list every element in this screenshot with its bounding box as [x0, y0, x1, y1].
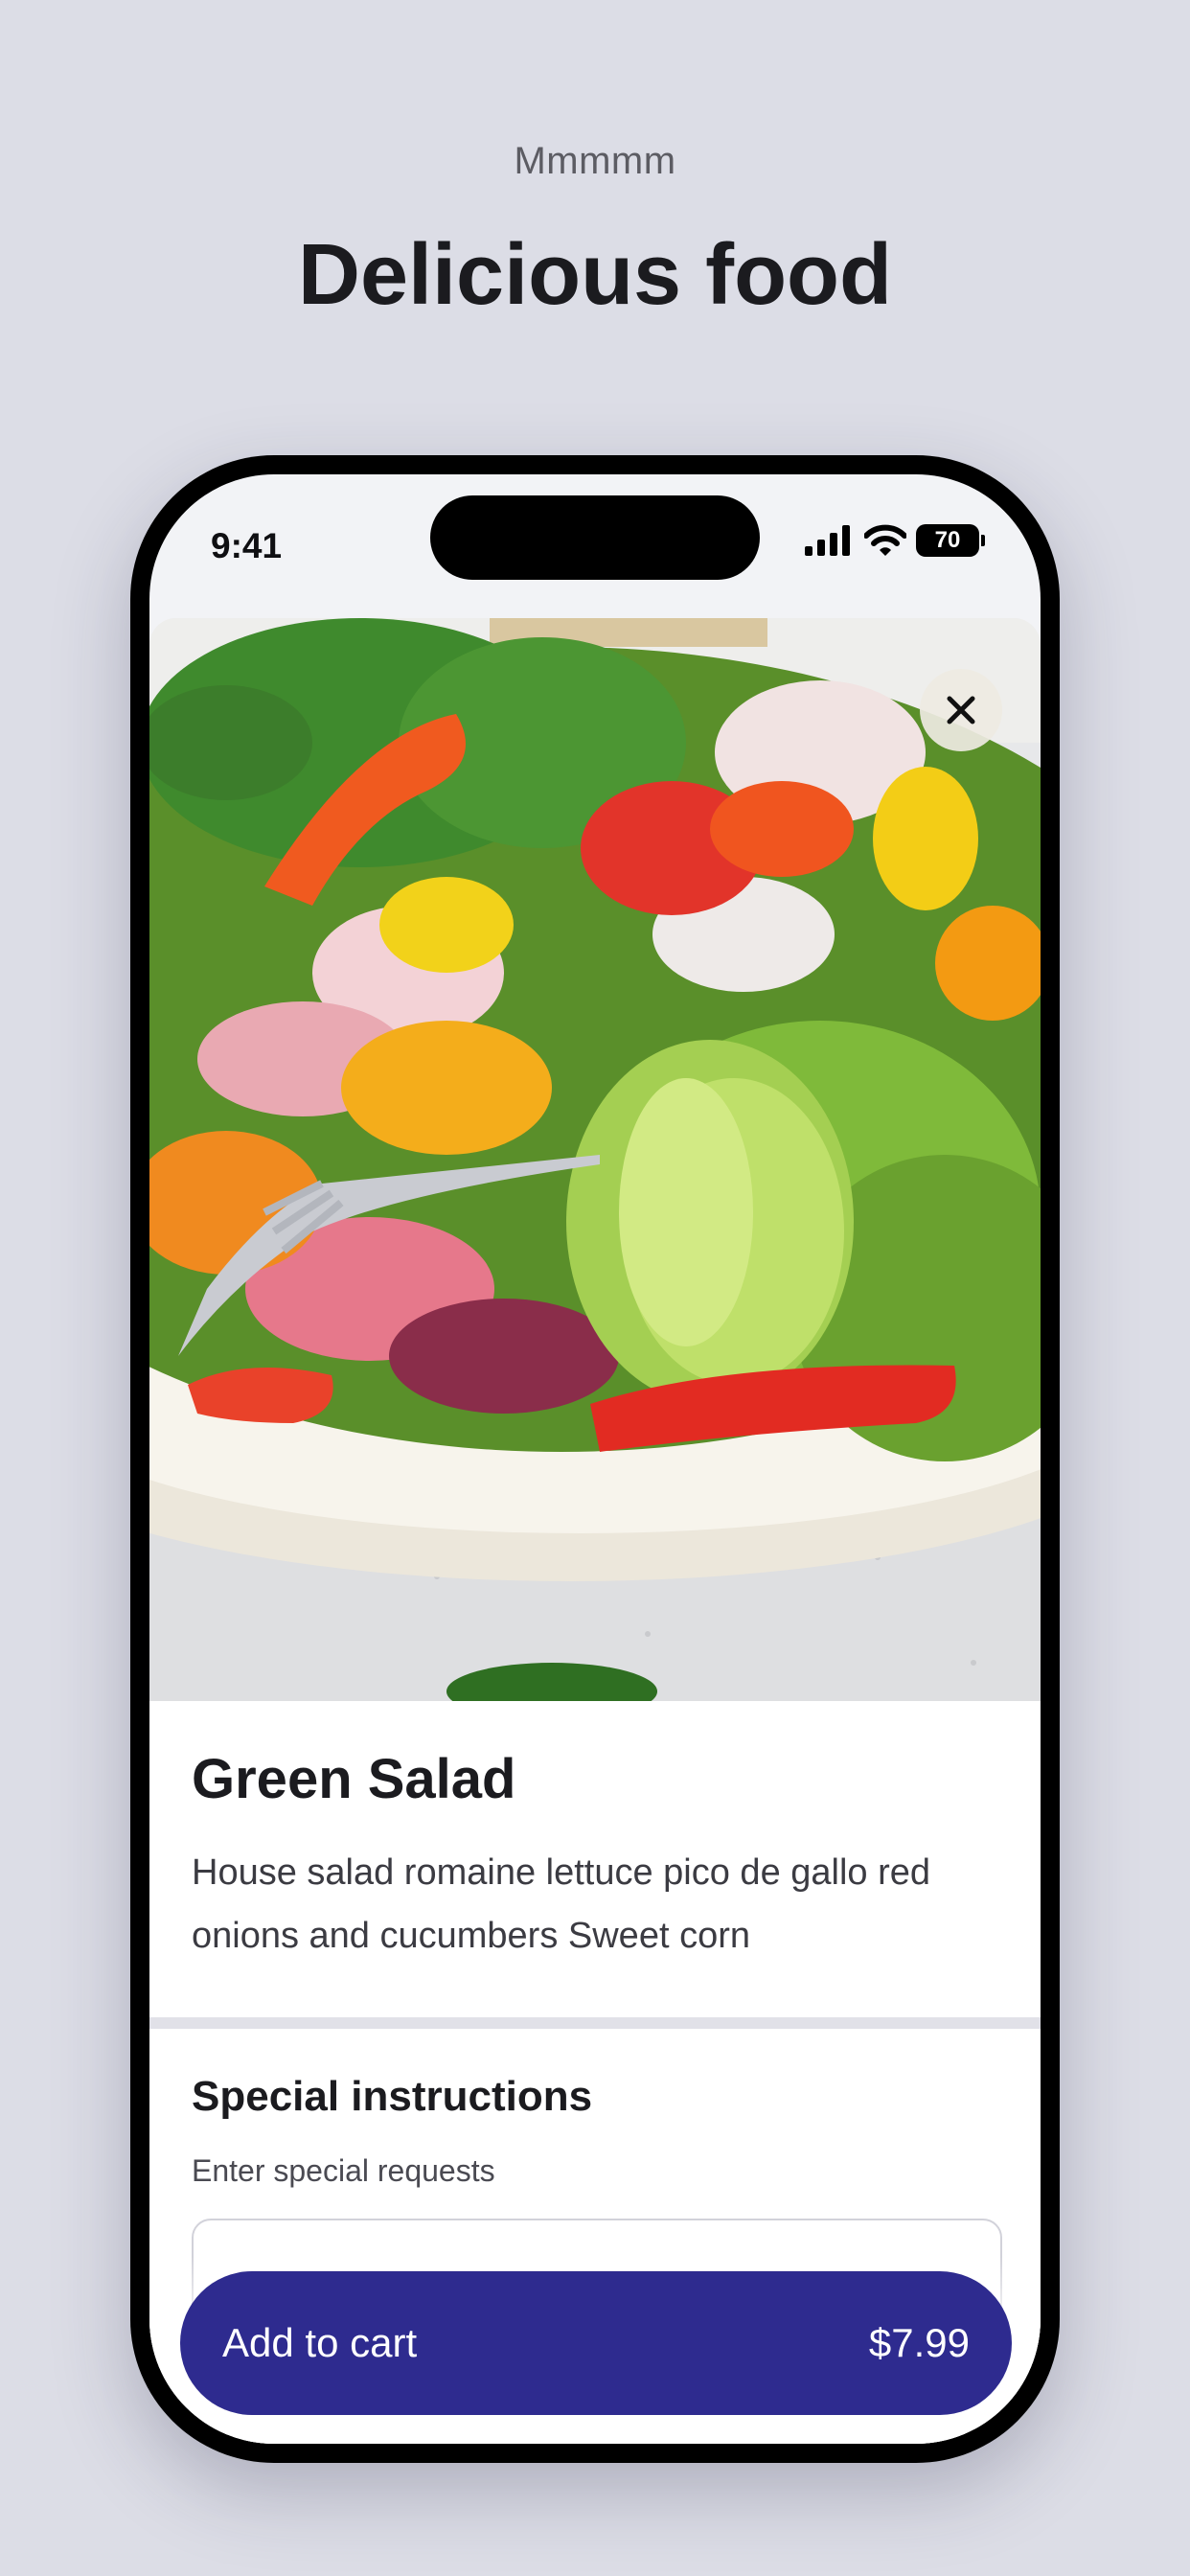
- page-headline: Delicious food: [297, 227, 893, 323]
- salad-photo: [149, 618, 1041, 1701]
- status-time: 9:41: [211, 526, 283, 565]
- product-description: House salad romaine lettuce pico de gall…: [192, 1852, 931, 1956]
- special-instructions-title: Special instructions: [192, 2073, 593, 2120]
- battery-icon: 70: [916, 524, 985, 557]
- special-instructions-hint: Enter special requests: [192, 2153, 495, 2188]
- dynamic-island: [430, 495, 760, 580]
- add-to-cart-button[interactable]: Add to cart $7.99: [180, 2271, 1012, 2415]
- phone-frame: 9:41 70 Green Salad House salad romaine …: [130, 455, 1060, 2463]
- cellular-signal-icon: [805, 525, 850, 556]
- status-icons: 70: [805, 524, 985, 557]
- close-icon: [947, 696, 975, 724]
- section-divider: [149, 2017, 1041, 2029]
- wifi-icon: [864, 524, 906, 556]
- add-to-cart-label: Add to cart: [222, 2320, 418, 2365]
- close-button[interactable]: [920, 669, 1002, 751]
- cart-price: $7.99: [868, 2320, 970, 2365]
- phone-screen: 9:41 70 Green Salad House salad romaine …: [149, 474, 1041, 2444]
- status-bar: 9:41 70: [149, 474, 1041, 599]
- product-name: Green Salad: [192, 1748, 516, 1810]
- product-sheet: Green Salad House salad romaine lettuce …: [149, 618, 1041, 2444]
- eyebrow-text: Mmmmm: [514, 140, 676, 182]
